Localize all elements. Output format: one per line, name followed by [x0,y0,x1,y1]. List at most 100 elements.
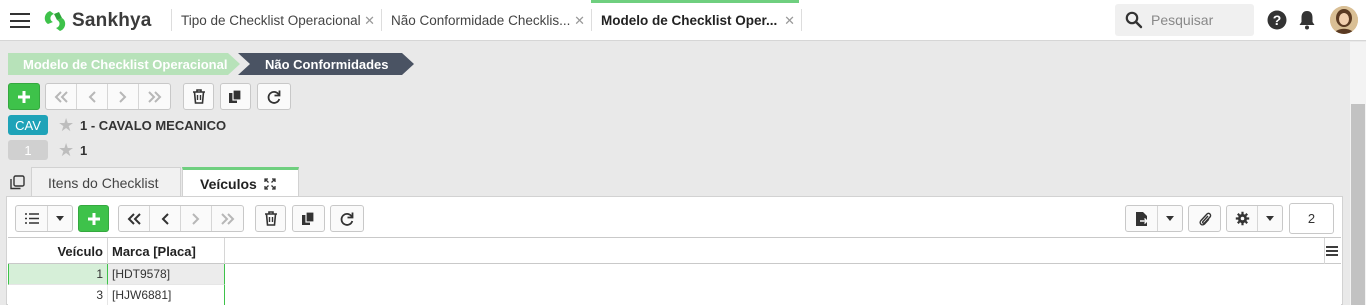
star-icon[interactable]: ★ [58,141,74,159]
navigation-group [45,83,171,110]
vehicles-grid: Veículo Marca [Placa] 1 [HDT9578] 3 [HJW… [8,237,1341,305]
chevron-left-icon [161,212,169,225]
tab-label: Não Conformidade Checklis... [391,13,571,28]
copy-vehicle-button[interactable] [292,205,325,232]
scrollbar-thumb[interactable] [1351,104,1365,305]
settings-dropdown-button[interactable] [1258,206,1282,231]
attachment-button[interactable] [1188,205,1221,232]
export-file-icon [1135,211,1148,226]
svg-text:?: ? [1273,12,1282,28]
double-chevron-left-icon [54,90,68,103]
cell-veiculo[interactable]: 3 [8,285,108,305]
expand-icon[interactable] [264,177,276,190]
bell-icon[interactable] [1298,10,1316,30]
view-menu-group [15,205,73,232]
breadcrumb-nao-conformidades[interactable]: Não Conformidades [238,53,414,75]
search-icon [1125,11,1143,29]
gear-icon [1235,211,1249,226]
close-icon[interactable]: ✕ [784,13,795,29]
app-logo[interactable]: Sankhya [42,8,152,34]
list-icon [24,213,39,224]
tab-veiculos[interactable]: Veículos [182,167,299,197]
add-vehicle-button[interactable] [78,205,109,232]
tab-modelo-checklist[interactable]: Modelo de Checklist Oper... ✕ [591,0,799,41]
export-button[interactable] [1126,206,1158,231]
tab-label: Veículos [200,175,257,192]
list-view-button[interactable] [16,206,48,231]
refresh-icon [340,212,354,226]
double-chevron-right-icon [220,212,234,225]
double-chevron-left-icon [127,212,141,225]
star-icon[interactable]: ★ [58,116,74,134]
plus-icon [87,212,100,225]
column-header-marca[interactable]: Marca [Placa] [108,238,225,264]
brand-name: Sankhya [72,10,152,31]
tab-divider [591,9,592,31]
cell-marca[interactable]: [HJW6881] [108,285,225,305]
last-record-button[interactable] [139,84,170,109]
pages-icon[interactable] [10,175,25,190]
copy-button[interactable] [220,83,251,110]
chevron-left-icon [88,90,96,103]
help-icon[interactable]: ? [1267,10,1287,30]
caret-down-icon [1166,216,1174,221]
trash-icon [192,89,205,104]
plus-icon [18,90,30,103]
first-record-button[interactable] [46,84,77,109]
chevron-right-icon [192,212,200,225]
cell-veiculo[interactable]: 1 [8,264,108,285]
tab-nao-conformidade[interactable]: Não Conformidade Checklis... ✕ [391,0,585,41]
delete-vehicle-button[interactable] [255,205,286,232]
view-dropdown-button[interactable] [48,206,72,231]
tab-label: Itens do Checklist [48,174,159,191]
column-header-veiculo[interactable]: Veículo [8,238,108,264]
header-filler [225,238,1325,264]
close-icon[interactable]: ✕ [364,13,375,29]
settings-group [1226,205,1283,232]
chevron-right-icon [119,90,127,103]
settings-button[interactable] [1227,206,1258,231]
previous-record-button[interactable] [77,84,108,109]
tab-label: Tipo de Checklist Operacional [181,13,361,28]
trash-icon [264,211,277,226]
previous-record-button[interactable] [150,206,181,231]
page-count-field[interactable]: 2 [1289,203,1334,234]
type-badge: CAV [8,115,48,135]
tab-divider [381,9,382,31]
search-box[interactable]: Pesquisar [1115,4,1254,36]
delete-button[interactable] [183,83,214,110]
grid-header: Veículo Marca [Placa] [8,237,1341,264]
detail-navigation-group [118,205,244,232]
tab-label: Modelo de Checklist Oper... [601,13,778,28]
add-button[interactable] [8,83,40,110]
cell-marca[interactable]: [HDT9578] [108,264,225,285]
breadcrumb-label: Modelo de Checklist Operacional [23,56,228,72]
last-record-button[interactable] [212,206,243,231]
refresh-vehicles-button[interactable] [330,205,364,232]
close-icon[interactable]: ✕ [574,13,585,29]
next-record-button[interactable] [181,206,212,231]
export-dropdown-button[interactable] [1158,206,1182,231]
top-bar: Sankhya Tipo de Checklist Operacional ✕ … [0,0,1366,41]
tab-tipo-checklist[interactable]: Tipo de Checklist Operacional ✕ [181,0,375,41]
double-chevron-right-icon [147,90,161,103]
column-menu-icon[interactable] [1326,246,1338,256]
copy-icon [302,211,315,225]
user-avatar-icon [1330,6,1358,34]
paperclip-icon [1198,212,1211,226]
tab-divider [801,9,802,31]
refresh-icon [267,90,281,104]
tab-itens-checklist[interactable]: Itens do Checklist [31,167,181,197]
refresh-button[interactable] [257,83,291,110]
export-group [1125,205,1183,232]
menu-icon[interactable] [10,13,30,28]
caret-down-icon [56,216,64,221]
next-record-button[interactable] [108,84,139,109]
tab-divider [171,9,172,31]
avatar[interactable] [1330,6,1358,34]
first-record-button[interactable] [119,206,150,231]
breadcrumb-modelo[interactable]: Modelo de Checklist Operacional [8,53,240,75]
search-input[interactable]: Pesquisar [1151,12,1213,28]
breadcrumb-label: Não Conformidades [265,56,389,72]
caret-down-icon [1266,216,1274,221]
